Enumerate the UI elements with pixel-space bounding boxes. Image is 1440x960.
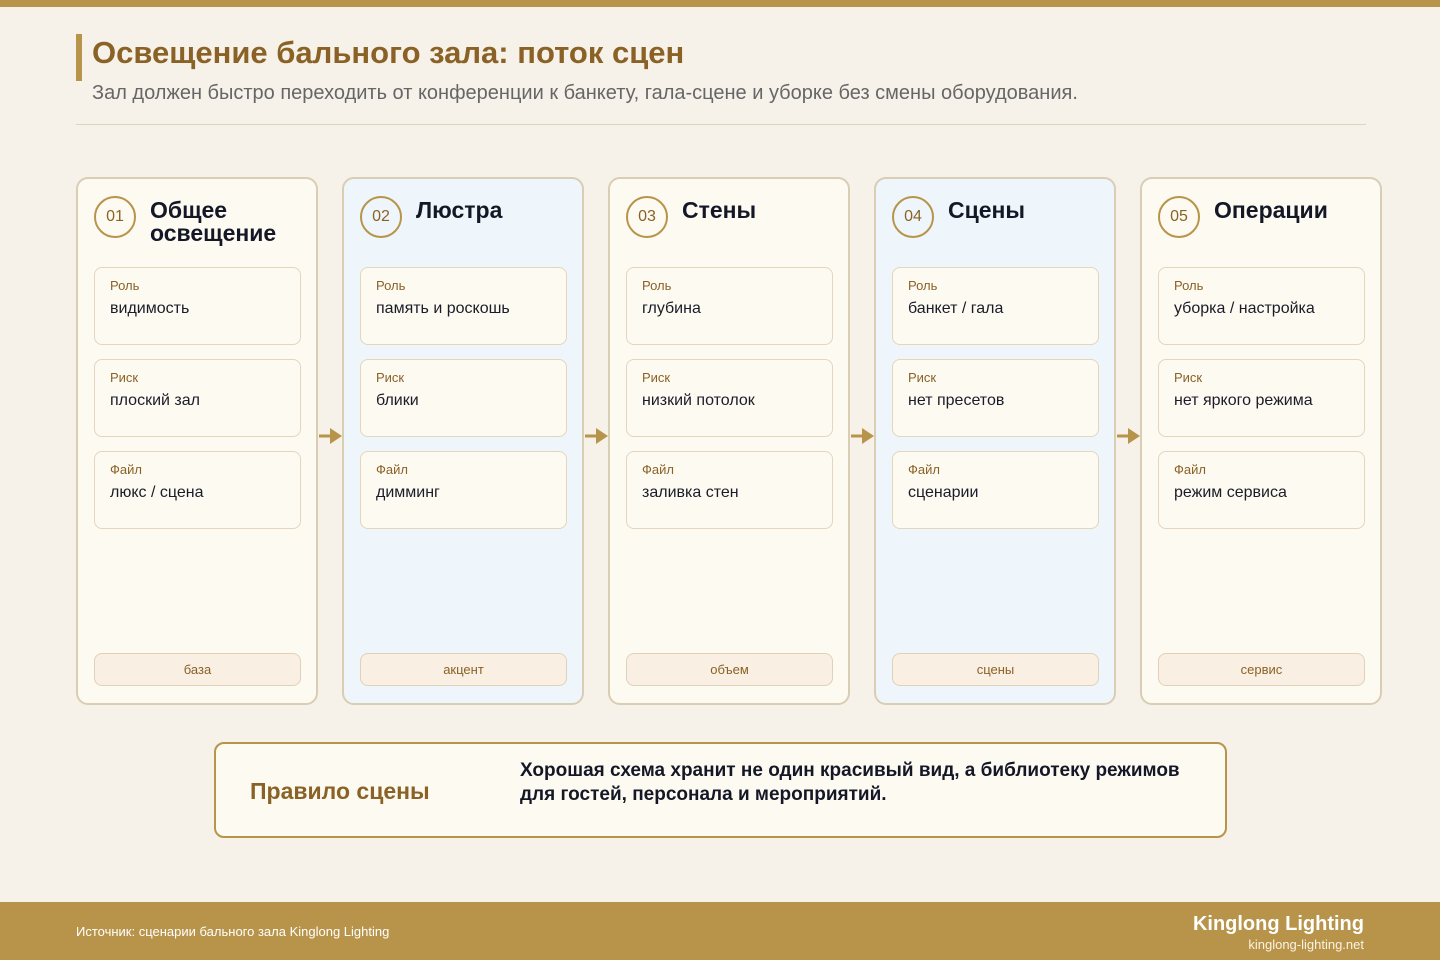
arrow-right-icon — [1117, 428, 1140, 444]
card-value: банкет / гала — [908, 300, 1004, 317]
card-label: Роль — [376, 278, 406, 293]
column-tag: объем — [626, 653, 833, 686]
header-divider — [76, 124, 1366, 125]
column-tag: акцент — [360, 653, 567, 686]
role-card: Роль видимость — [94, 267, 301, 345]
card-value: димминг — [376, 484, 440, 501]
risk-card: Риск нет пресетов — [892, 359, 1099, 437]
source-note: Источник: сценарии бального зала Kinglon… — [76, 924, 390, 939]
step-number: 02 — [360, 196, 402, 238]
file-card: Файл люкс / сцена — [94, 451, 301, 529]
flow-column-walls: 03 Стены Роль глубина Риск низкий потоло… — [608, 177, 850, 705]
column-tag: сцены — [892, 653, 1099, 686]
flow-column-operations: 05 Операции Роль уборка / настройка Риск… — [1140, 177, 1382, 705]
arrow-right-icon — [851, 428, 874, 444]
card-value: режим сервиса — [1174, 484, 1287, 501]
rule-title: Правило сцены — [250, 778, 430, 804]
card-value: низкий потолок — [642, 392, 755, 409]
card-label: Файл — [642, 462, 674, 477]
role-card: Роль банкет / гала — [892, 267, 1099, 345]
risk-card: Риск плоский зал — [94, 359, 301, 437]
role-card: Роль уборка / настройка — [1158, 267, 1365, 345]
card-value: глубина — [642, 300, 701, 317]
scene-rule-box: Правило сцены Хорошая схема хранит не од… — [214, 742, 1227, 838]
card-label: Роль — [642, 278, 672, 293]
flow-column-chandelier: 02 Люстра Роль память и роскошь Риск бли… — [342, 177, 584, 705]
column-title: Сцены — [948, 197, 1026, 223]
card-label: Роль — [908, 278, 938, 293]
column-title: Люстра — [416, 197, 503, 223]
card-label: Риск — [908, 370, 937, 385]
risk-card: Риск низкий потолок — [626, 359, 833, 437]
card-label: Роль — [110, 278, 140, 293]
step-number: 05 — [1158, 196, 1200, 238]
card-label: Риск — [376, 370, 405, 385]
card-label: Файл — [110, 462, 142, 477]
brand-url: kinglong-lighting.net — [1248, 937, 1364, 952]
flow-column-scenes: 04 Сцены Роль банкет / гала Риск нет пре… — [874, 177, 1116, 705]
role-card: Роль память и роскошь — [360, 267, 567, 345]
brand-name: Kinglong Lighting — [1192, 913, 1364, 935]
card-value: плоский зал — [110, 392, 200, 409]
file-card: Файл режим сервиса — [1158, 451, 1365, 529]
file-card: Файл димминг — [360, 451, 567, 529]
card-value: нет пресетов — [908, 392, 1005, 409]
card-value: сценарии — [908, 484, 979, 501]
column-title: Общее освещение — [150, 197, 277, 246]
risk-card: Риск блики — [360, 359, 567, 437]
card-label: Риск — [110, 370, 139, 385]
card-label: Роль — [1174, 278, 1204, 293]
card-value: память и роскошь — [376, 300, 510, 317]
card-value: люкс / сцена — [110, 484, 204, 501]
top-accent-bar — [0, 0, 1440, 7]
column-title: Стены — [682, 197, 757, 223]
arrow-right-icon — [319, 428, 342, 444]
file-card: Файл заливка стен — [626, 451, 833, 529]
card-value: видимость — [110, 300, 190, 317]
column-title: Операции — [1214, 197, 1328, 223]
footer: Источник: сценарии бального зала Kinglon… — [0, 902, 1440, 960]
column-tag: база — [94, 653, 301, 686]
risk-card: Риск нет яркого режима — [1158, 359, 1365, 437]
card-value: заливка стен — [642, 484, 739, 501]
page-subtitle: Зал должен быстро переходить от конферен… — [92, 82, 1078, 104]
card-label: Файл — [908, 462, 940, 477]
card-value: нет яркого режима — [1174, 392, 1313, 409]
card-value: блики — [376, 392, 419, 409]
role-card: Роль глубина — [626, 267, 833, 345]
page-title: Освещение бального зала: поток сцен — [92, 35, 685, 70]
rule-text: Хорошая схема хранит не один красивый ви… — [520, 760, 1180, 805]
card-label: Файл — [376, 462, 408, 477]
card-label: Файл — [1174, 462, 1206, 477]
card-label: Риск — [1174, 370, 1203, 385]
title-accent-bar — [76, 34, 82, 81]
column-tag: сервис — [1158, 653, 1365, 686]
flow-column-general: 01 Общее освещение Роль видимость Риск п… — [76, 177, 318, 705]
arrow-right-icon — [585, 428, 608, 444]
card-value: уборка / настройка — [1174, 300, 1315, 317]
card-label: Риск — [642, 370, 671, 385]
step-number: 03 — [626, 196, 668, 238]
file-card: Файл сценарии — [892, 451, 1099, 529]
step-number: 04 — [892, 196, 934, 238]
step-number: 01 — [94, 196, 136, 238]
